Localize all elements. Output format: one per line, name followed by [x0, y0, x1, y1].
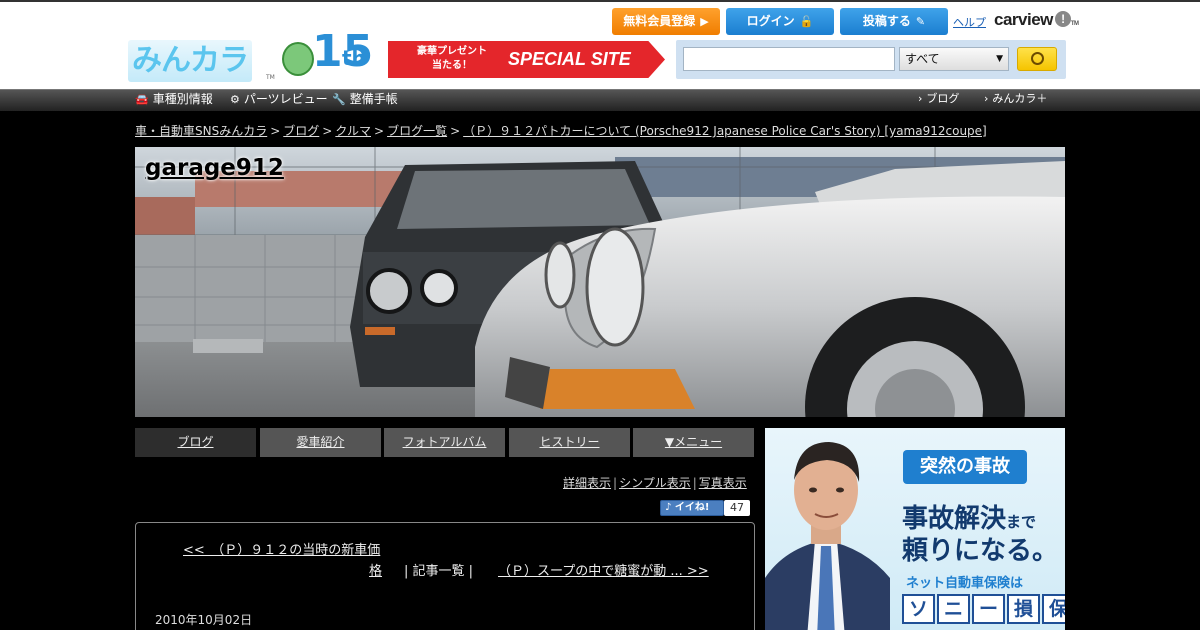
breadcrumb-item[interactable]: ブログ一覧	[387, 124, 447, 138]
search-bar: すべて ▼	[676, 40, 1066, 79]
prev-entry-link-continued[interactable]: 格	[369, 560, 382, 579]
entry-date: 2010年10月02日	[155, 613, 253, 627]
pencil-icon: ✎	[915, 15, 926, 28]
like-count: 47	[724, 500, 750, 516]
like-button[interactable]: ♪ イイね!	[660, 500, 724, 516]
lock-icon: 🔓	[799, 15, 814, 28]
nav-minkara-plus-label: みんカラ＋	[992, 92, 1048, 105]
breadcrumb-current[interactable]: （Ｐ）９１２パトカーについて (Porsche912 Japanese Poli…	[463, 124, 987, 138]
ad-headline-1-small: まで	[1006, 513, 1037, 531]
view-simple-link[interactable]: シンプル表示	[619, 476, 691, 490]
login-button[interactable]: ログイン 🔓	[726, 8, 834, 35]
nav-minkara-plus[interactable]: › みんカラ＋	[984, 90, 1047, 112]
banner-special-site-text: SPECIAL SITE	[508, 49, 631, 69]
search-icon	[1031, 52, 1044, 65]
like-label: イイね!	[674, 502, 710, 513]
breadcrumb-separator: >	[450, 124, 461, 138]
search-category-select[interactable]: すべて ▼	[899, 47, 1009, 71]
arrow-right-icon: ▶	[700, 15, 709, 28]
post-button[interactable]: 投稿する ✎	[840, 8, 948, 35]
view-photo-link[interactable]: 写真表示	[699, 476, 747, 490]
tab-history[interactable]: ヒストリー	[509, 428, 630, 457]
view-detail-link[interactable]: 詳細表示	[563, 476, 611, 490]
carview-trademark: TM	[1070, 21, 1079, 27]
next-entry-link[interactable]: （Ｐ）スープの中で糖蜜が動 ... >>	[498, 560, 709, 579]
ad-headline-2: 頼りになる。	[902, 536, 1059, 566]
register-label: 無料会員登録	[623, 14, 696, 28]
tab-my-car[interactable]: 愛車紹介	[260, 428, 381, 457]
ad-brand: ソ ニ ー 損 保	[902, 594, 1065, 624]
breadcrumb-item[interactable]: 車・自動車SNSみんカラ	[135, 124, 267, 138]
special-site-banner[interactable]: 豪華プレゼント 当たる！ SPECIAL SITE	[388, 41, 665, 78]
breadcrumb-separator: >	[322, 124, 333, 138]
anniversary-suffix: th	[342, 46, 366, 70]
wrench-icon: 🔧	[332, 93, 346, 106]
tab-menu[interactable]: ▼メニュー	[633, 428, 754, 457]
ad-brand-char: ー	[972, 594, 1005, 624]
register-button[interactable]: 無料会員登録 ▶	[612, 8, 720, 35]
breadcrumb-item[interactable]: クルマ	[335, 124, 371, 138]
logo-trademark: TM	[266, 74, 275, 81]
mascot-icon	[282, 42, 314, 76]
breadcrumb-separator: >	[270, 124, 281, 138]
nav-car-info[interactable]: 🚘 車種別情報	[135, 90, 213, 112]
logo-text: みんカラ	[128, 40, 252, 82]
breadcrumb-item[interactable]: ブログ	[283, 124, 319, 138]
global-nav: 🚘 車種別情報 ⚙ パーツレビュー 🔧 整備手帳 › ブログ › みんカラ＋	[0, 89, 1200, 111]
carview-mark-icon: !	[1054, 11, 1071, 27]
post-label: 投稿する	[862, 14, 911, 28]
nav-parts-review[interactable]: ⚙ パーツレビュー	[230, 90, 328, 112]
ad-brand-char: 保	[1042, 594, 1065, 624]
site-header: みんカラ TM 15 th 豪華プレゼント 当たる！ SPECIAL SITE …	[0, 0, 1200, 89]
search-input[interactable]	[683, 47, 895, 71]
ad-badge: 突然の事故	[903, 450, 1027, 484]
ad-brand-char: 損	[1007, 594, 1040, 624]
nav-car-info-label: 車種別情報	[152, 92, 213, 106]
search-category-value: すべて	[905, 52, 940, 66]
login-label: ログイン	[746, 14, 795, 28]
car-photo	[135, 147, 1065, 417]
entry-list-link[interactable]: | 記事一覧 |	[404, 560, 473, 579]
nav-maintenance[interactable]: 🔧 整備手帳	[332, 90, 398, 112]
minkara-logo[interactable]: みんカラ TM	[128, 40, 278, 82]
insurance-ad[interactable]: 突然の事故 事故解決まで 頼りになる。 ネット自動車保険は ソ ニ ー 損 保	[765, 428, 1065, 630]
tab-blog[interactable]: ブログ	[135, 428, 256, 457]
chevron-right-icon: ›	[918, 92, 923, 105]
ad-brand-char: ソ	[902, 594, 935, 624]
banner-present-text: 豪華プレゼント 当たる！	[417, 46, 487, 71]
blog-title[interactable]: garage912	[145, 155, 284, 181]
view-separator: |	[692, 476, 697, 490]
car-icon: 🚘	[135, 93, 149, 106]
prev-entry-link[interactable]: << （Ｐ）９１２の当時の新車価	[183, 539, 380, 558]
gear-icon: ⚙	[230, 93, 240, 106]
ad-person-illustration	[765, 442, 890, 630]
ad-subline: ネット自動車保険は	[906, 576, 1024, 591]
carview-logo[interactable]: carview! TM	[994, 10, 1079, 30]
view-separator: |	[613, 476, 618, 490]
carview-text: carview	[994, 10, 1053, 29]
tab-photo-album[interactable]: フォトアルバム	[384, 428, 505, 457]
ad-brand-char: ニ	[937, 594, 970, 624]
search-button[interactable]	[1017, 47, 1057, 71]
chevron-right-icon: ›	[984, 92, 989, 105]
blog-entry: << （Ｐ）９１２の当時の新車価 格 | 記事一覧 | （Ｐ）スープの中で糖蜜が…	[135, 522, 755, 630]
caret-down-icon: ▼	[996, 54, 1003, 64]
help-link[interactable]: ヘルプ	[953, 14, 986, 30]
nav-parts-review-label: パーツレビュー	[243, 92, 328, 106]
nav-blog-label: ブログ	[926, 92, 960, 105]
breadcrumb-separator: >	[374, 124, 385, 138]
nav-maintenance-label: 整備手帳	[349, 92, 398, 106]
anniversary-logo[interactable]: 15 th	[282, 24, 387, 80]
blog-header-photo	[135, 147, 1065, 417]
like-icon: ♪	[665, 502, 672, 513]
nav-blog[interactable]: › ブログ	[918, 90, 959, 112]
breadcrumb: 車・自動車SNSみんカラ > ブログ > クルマ > ブログ一覧 > （Ｐ）９１２パトカーについ…	[135, 122, 987, 139]
view-mode-links: 詳細表示 | シンプル表示 | 写真表示	[563, 474, 747, 491]
